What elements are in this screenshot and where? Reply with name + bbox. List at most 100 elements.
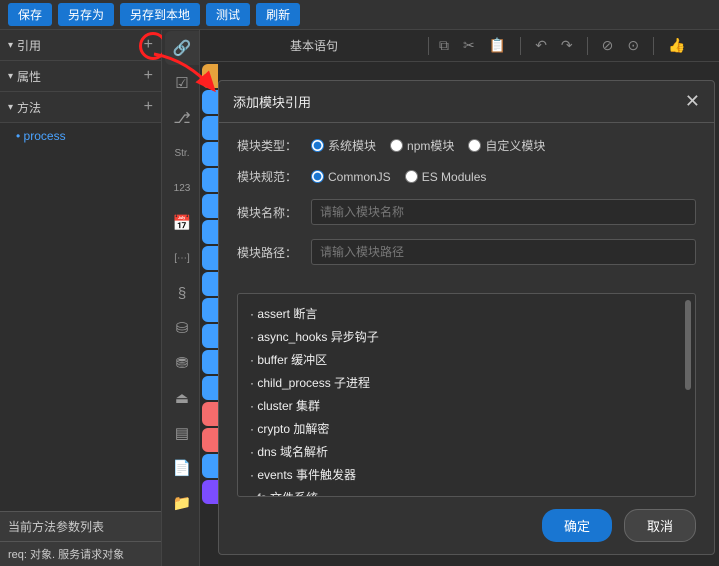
add-icon[interactable]: + — [144, 98, 153, 116]
radio-label: ES Modules — [422, 170, 487, 184]
dialog-body: 模块类型： 系统模块 npm模块自定义模块 模块规范： CommonJS ES Mo… — [219, 123, 714, 293]
calendar-icon[interactable]: 📅 — [165, 206, 199, 240]
params-row: req: 对象. 服务请求对象 — [0, 542, 161, 566]
save-local-button[interactable]: 另存到本地 — [120, 3, 200, 26]
tab-basic[interactable]: 基本语句 — [200, 37, 428, 54]
copy-icon[interactable]: ⧉ — [439, 37, 449, 55]
link-icon[interactable]: 🔗 — [165, 31, 199, 65]
export-icon[interactable]: ⏏ — [165, 381, 199, 415]
radio-input[interactable] — [311, 139, 324, 152]
branch-icon[interactable]: ⎇ — [165, 101, 199, 135]
radio-npm模块[interactable]: npm模块 — [390, 137, 454, 154]
save-button[interactable]: 保存 — [8, 3, 52, 26]
list-item[interactable]: · child_process 子进程 — [250, 371, 683, 394]
list-item[interactable]: · cluster 集群 — [250, 394, 683, 417]
number-icon[interactable]: 123 — [165, 171, 199, 205]
icon-strip: 🔗☑⎇Str.123📅[⋯]§⛁⛃⏏▤📄📁 — [162, 30, 200, 566]
code-block-tab[interactable] — [202, 298, 218, 322]
module-name-input[interactable] — [311, 199, 696, 225]
list-item[interactable]: · crypto 加解密 — [250, 417, 683, 440]
add-icon[interactable]: + — [144, 36, 153, 54]
code-block-tab[interactable] — [202, 454, 218, 478]
folder-icon[interactable]: 📁 — [165, 486, 199, 520]
code-block-tab[interactable] — [202, 480, 218, 504]
module-path-input[interactable] — [311, 239, 696, 265]
code-block-tab[interactable] — [202, 168, 218, 192]
code-block-tab[interactable] — [202, 194, 218, 218]
list-item[interactable]: · events 事件触发器 — [250, 463, 683, 486]
tree-item-process[interactable]: process — [0, 123, 161, 149]
code-block-tab[interactable] — [202, 220, 218, 244]
cancel-button[interactable]: 取消 — [624, 509, 696, 542]
code-block-tab[interactable] — [202, 142, 218, 166]
section-方法[interactable]: ▾ 方法 + — [0, 92, 161, 123]
string-icon[interactable]: Str. — [165, 136, 199, 170]
refresh-button[interactable]: 刷新 — [256, 3, 300, 26]
thumb-icon[interactable]: 👍 — [668, 37, 685, 55]
code-block-tab[interactable] — [202, 64, 218, 88]
list-item[interactable]: · async_hooks 异步钩子 — [250, 325, 683, 348]
close-icon[interactable]: ✕ — [685, 91, 700, 112]
dialog-title: 添加模块引用 — [233, 92, 311, 111]
module-list[interactable]: · assert 断言· async_hooks 异步钩子· buffer 缓冲… — [237, 293, 696, 497]
radio-input[interactable] — [311, 170, 324, 183]
section-引用[interactable]: ▾ 引用 + — [0, 30, 161, 61]
code-block-tab[interactable] — [202, 402, 218, 426]
code-block-tab[interactable] — [202, 376, 218, 400]
cut-icon[interactable]: ✂ — [463, 37, 475, 55]
cancel-icon[interactable]: ⊘ — [602, 37, 614, 55]
confirm-icon[interactable]: ⊙ — [627, 37, 639, 55]
code-block-tab[interactable] — [202, 350, 218, 374]
section-title: 方法 — [17, 99, 144, 116]
list-item[interactable]: · assert 断言 — [250, 302, 683, 325]
code-block-tab[interactable] — [202, 428, 218, 452]
label-module-type: 模块类型： — [237, 137, 301, 154]
database-icon[interactable]: ⛁ — [165, 311, 199, 345]
module-spec-group: CommonJS ES Modules — [311, 170, 486, 184]
code-block-tab[interactable] — [202, 324, 218, 348]
stack-icon[interactable]: ⛃ — [165, 346, 199, 380]
label-module-name: 模块名称： — [237, 204, 301, 221]
flow-icon[interactable]: § — [165, 276, 199, 310]
label-module-spec: 模块规范： — [237, 168, 301, 185]
confirm-button[interactable]: 确定 — [542, 509, 612, 542]
code-block-tab[interactable] — [202, 246, 218, 270]
file-icon[interactable]: 📄 — [165, 451, 199, 485]
radio-input[interactable] — [405, 170, 418, 183]
params-header: 当前方法参数列表 — [0, 511, 161, 542]
radio-自定义模块[interactable]: 自定义模块 — [468, 137, 545, 154]
check-square-icon[interactable]: ☑ — [165, 66, 199, 100]
undo-icon[interactable]: ↶ — [535, 37, 547, 55]
radio-CommonJS[interactable]: CommonJS — [311, 170, 391, 184]
save-as-button[interactable]: 另存为 — [58, 3, 114, 26]
scrollbar-thumb[interactable] — [685, 300, 691, 390]
chevron-down-icon: ▾ — [8, 40, 13, 51]
dialog-footer: 确定 取消 — [219, 497, 714, 554]
radio-系统模块[interactable]: 系统模块 — [311, 137, 376, 154]
list-item[interactable]: · buffer 缓冲区 — [250, 348, 683, 371]
radio-label: npm模块 — [407, 137, 454, 154]
document-icon[interactable]: ▤ — [165, 416, 199, 450]
test-button[interactable]: 测试 — [206, 3, 250, 26]
chevron-down-icon: ▾ — [8, 71, 13, 82]
paste-icon[interactable]: 📋 — [489, 37, 506, 55]
redo-icon[interactable]: ↷ — [561, 37, 573, 55]
section-title: 属性 — [17, 68, 144, 85]
add-icon[interactable]: + — [144, 67, 153, 85]
array-icon[interactable]: [⋯] — [165, 241, 199, 275]
code-block-tab[interactable] — [202, 272, 218, 296]
separator — [520, 37, 521, 55]
section-属性[interactable]: ▾ 属性 + — [0, 61, 161, 92]
radio-input[interactable] — [390, 139, 403, 152]
code-block-tab[interactable] — [202, 116, 218, 140]
radio-ES Modules[interactable]: ES Modules — [405, 170, 487, 184]
dialog-header: 添加模块引用 ✕ — [219, 81, 714, 123]
main-header: 基本语句 ⧉ ✂ 📋 ↶ ↷ ⊘ ⊙ 👍 — [200, 30, 719, 62]
list-item[interactable]: · dns 域名解析 — [250, 440, 683, 463]
left-sidebar: ▾ 引用 +▾ 属性 +▾ 方法 +process 当前方法参数列表 req: … — [0, 30, 162, 566]
section-title: 引用 — [17, 37, 144, 54]
list-item[interactable]: · fs 文件系统 — [250, 486, 683, 497]
chevron-down-icon: ▾ — [8, 102, 13, 113]
code-block-tab[interactable] — [202, 90, 218, 114]
radio-input[interactable] — [468, 139, 481, 152]
